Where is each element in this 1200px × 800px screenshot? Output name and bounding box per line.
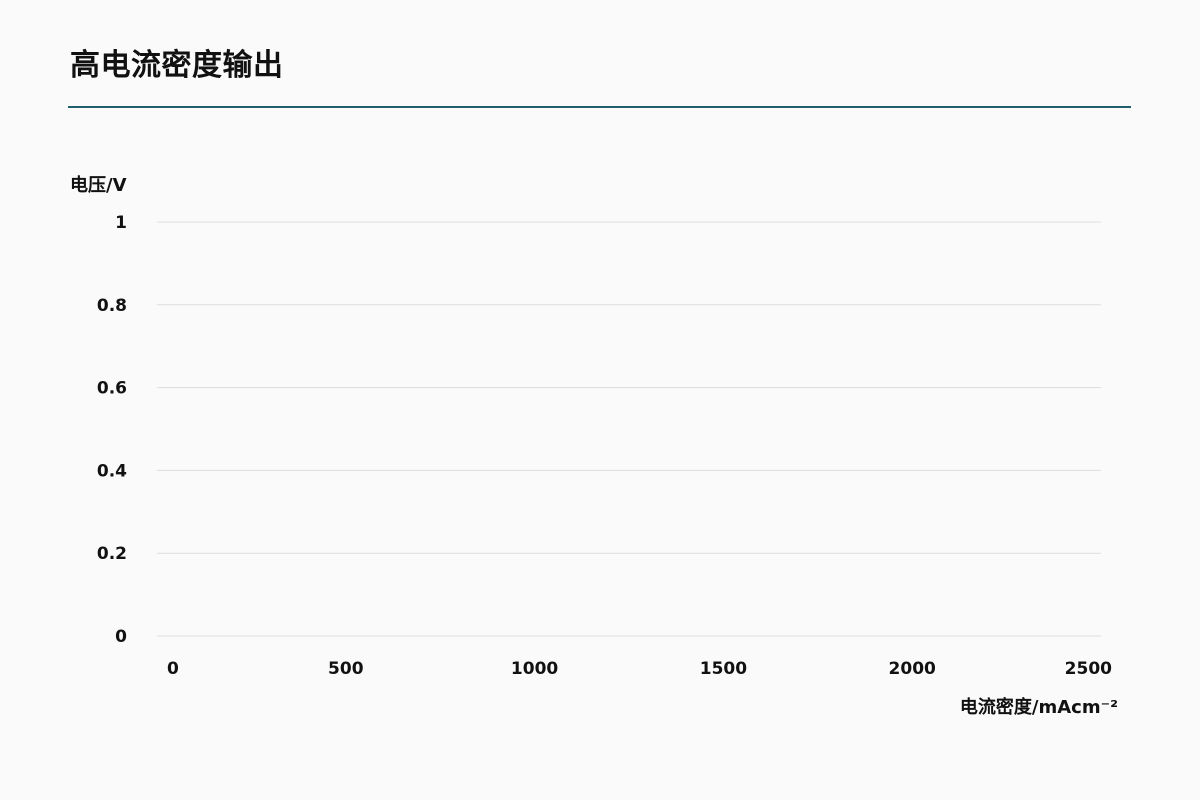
voltage-current-chart: 1 0.8 0.6 0.4 0.2 0 0 500 1000 1500 2000 2500 电压/V…	[70, 174, 1118, 718]
grid-lines	[157, 221, 1101, 637]
x-axis-label: 电流密度/mAcm⁻²	[960, 696, 1118, 718]
y-tick-label: 0	[115, 627, 127, 647]
y-tick-label: 0.6	[97, 379, 127, 399]
y-tick-label: 0.8	[97, 296, 127, 316]
y-tick-label: 1	[115, 213, 127, 233]
x-axis-ticks: 0 500 1000 1500 2000 2500	[167, 659, 1112, 679]
x-tick-label: 2000	[889, 659, 936, 679]
x-tick-label: 0	[167, 659, 179, 679]
y-axis-ticks: 1 0.8 0.6 0.4 0.2 0	[97, 213, 127, 647]
x-tick-label: 2500	[1065, 659, 1112, 679]
x-tick-label: 1000	[511, 659, 558, 679]
x-tick-label: 500	[328, 659, 364, 679]
y-tick-label: 0.4	[97, 461, 127, 481]
x-tick-label: 1500	[700, 659, 747, 679]
chart-page: 高电流密度输出 1 0.8 0.6 0.4 0.2 0 0 500 1000 1500 2000 2…	[0, 0, 1200, 800]
y-axis-label: 电压/V	[70, 174, 127, 196]
y-tick-label: 0.2	[97, 544, 127, 564]
